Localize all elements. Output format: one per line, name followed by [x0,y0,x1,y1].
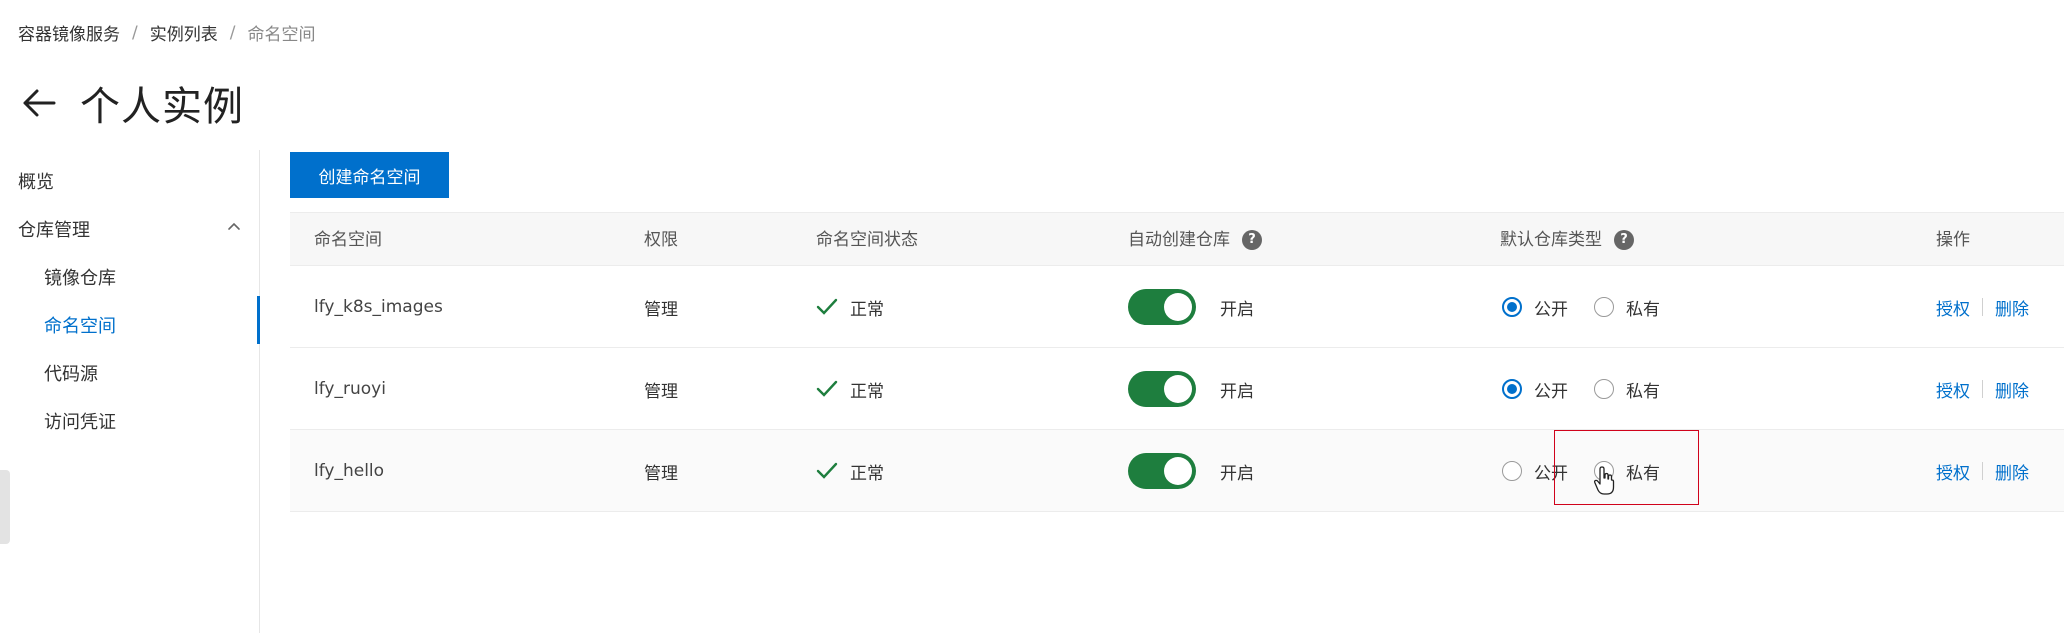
chevron-up-icon[interactable] [226,218,242,234]
highlight-box [1554,430,1699,505]
divider [1982,298,1983,316]
table-row: lfy_ruoyi 管理 正常 开启 公开 私有 授权 删除 [290,348,2064,430]
status-cell: 正常 [816,348,884,430]
toggle-label: 开启 [1220,463,1254,484]
status-cell: 正常 [816,430,884,512]
delete-link[interactable]: 删除 [1995,459,2029,484]
namespace-table: 命名空间 权限 命名空间状态 自动创建仓库 ? 默认仓库类型 ? 操作 lfy_… [290,212,2064,512]
radio-private[interactable]: 私有 [1594,295,1660,320]
sidebar: 概览 仓库管理 镜像仓库 命名空间 代码源 访问凭证 [0,150,260,633]
radio-private[interactable]: 私有 [1594,377,1660,402]
auto-create-cell: 开启 [1128,348,1254,430]
sidebar-group-repo-management[interactable]: 仓库管理 [18,216,90,242]
default-type-cell: 公开 私有 [1502,348,1686,430]
check-icon [816,298,838,315]
breadcrumb-item-service[interactable]: 容器镜像服务 [18,20,120,45]
help-icon[interactable]: ? [1242,230,1262,250]
header-default-type: 默认仓库类型 ? [1500,213,1634,267]
page-header: 个人实例 [18,74,244,132]
breadcrumb-separator: / [229,22,236,43]
page-title: 个人实例 [80,84,244,130]
check-icon [816,462,838,479]
grant-link[interactable]: 授权 [1936,295,1970,320]
create-namespace-button[interactable]: 创建命名空间 [290,152,449,198]
auto-create-toggle[interactable] [1128,371,1196,407]
breadcrumb: 容器镜像服务 / 实例列表 / 命名空间 [18,20,316,46]
header-permission: 权限 [644,230,678,250]
header-actions: 操作 [1936,230,1970,250]
permission-cell: 管理 [644,381,678,402]
toggle-label: 开启 [1220,299,1254,320]
toggle-label: 开启 [1220,381,1254,402]
header-auto-create: 自动创建仓库 ? [1128,213,1262,267]
status-cell: 正常 [816,266,884,348]
actions-cell: 授权 删除 [1936,266,2029,348]
grant-link[interactable]: 授权 [1936,459,1970,484]
auto-create-toggle[interactable] [1128,453,1196,489]
breadcrumb-item-current: 命名空间 [247,25,316,45]
sidebar-item-overview[interactable]: 概览 [18,168,54,194]
actions-cell: 授权 删除 [1936,430,2029,512]
table-header: 命名空间 权限 命名空间状态 自动创建仓库 ? 默认仓库类型 ? 操作 [290,212,2064,266]
permission-cell: 管理 [644,299,678,320]
arrow-left-icon[interactable] [18,82,60,124]
sidebar-item-access-credential[interactable]: 访问凭证 [44,408,116,434]
sidebar-collapse-tab[interactable] [0,470,10,544]
header-namespace: 命名空间 [314,230,382,250]
radio-public[interactable]: 公开 [1502,295,1568,320]
default-type-cell: 公开 私有 [1502,266,1686,348]
actions-cell: 授权 删除 [1936,348,2029,430]
table-row: lfy_k8s_images 管理 正常 开启 公开 私有 授权 删除 [290,266,2064,348]
divider [1982,380,1983,398]
header-status: 命名空间状态 [816,230,918,250]
radio-public[interactable]: 公开 [1502,377,1568,402]
delete-link[interactable]: 删除 [1995,295,2029,320]
divider [1982,462,1983,480]
breadcrumb-item-instances[interactable]: 实例列表 [150,20,218,45]
hand-cursor-icon [1593,466,1615,500]
help-icon[interactable]: ? [1614,230,1634,250]
sidebar-item-image-repo[interactable]: 镜像仓库 [44,264,116,290]
sidebar-item-code-source[interactable]: 代码源 [44,360,98,386]
namespace-name: lfy_k8s_images [314,297,443,317]
check-icon [816,380,838,397]
table-row: lfy_hello 管理 正常 开启 公开 私有 授权 删除 [290,430,2064,512]
auto-create-cell: 开启 [1128,430,1254,512]
sidebar-item-namespace[interactable]: 命名空间 [44,312,116,338]
grant-link[interactable]: 授权 [1936,377,1970,402]
delete-link[interactable]: 删除 [1995,377,2029,402]
auto-create-cell: 开启 [1128,266,1254,348]
permission-cell: 管理 [644,463,678,484]
auto-create-toggle[interactable] [1128,289,1196,325]
namespace-name: lfy_hello [314,461,385,481]
namespace-name: lfy_ruoyi [314,379,386,399]
sidebar-active-indicator [257,296,260,344]
breadcrumb-separator: / [132,22,138,43]
